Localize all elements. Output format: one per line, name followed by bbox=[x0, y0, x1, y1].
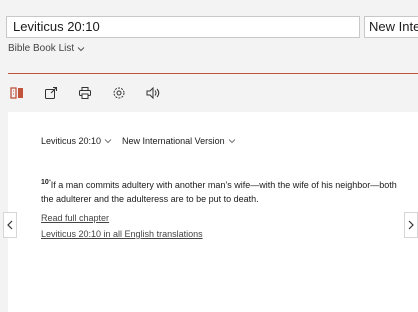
verse-body: If a man commits adultery with another m… bbox=[41, 180, 397, 204]
all-translations-link[interactable]: Leviticus 20:10 in all English translati… bbox=[41, 229, 203, 239]
next-verse-button[interactable] bbox=[404, 212, 418, 238]
version-select[interactable]: New International Version bbox=[364, 16, 418, 38]
settings-icon[interactable] bbox=[110, 84, 128, 102]
header-divider bbox=[8, 73, 418, 74]
verse-text: 10“If a man commits adultery with anothe… bbox=[41, 176, 401, 206]
search-input[interactable]: Leviticus 20:10 bbox=[6, 16, 360, 38]
chevron-right-icon bbox=[408, 220, 414, 230]
book-list-label: Bible Book List bbox=[8, 43, 75, 54]
passage-toolbar bbox=[8, 84, 162, 102]
passage-reference-bar: Leviticus 20:10 New International Versio… bbox=[41, 136, 236, 146]
passage-panel: Leviticus 20:10 New International Versio… bbox=[8, 112, 418, 312]
version-label: New International Version bbox=[122, 136, 225, 146]
chevron-down-icon bbox=[77, 46, 85, 51]
share-icon[interactable] bbox=[42, 84, 60, 102]
verse-number: 10 bbox=[41, 179, 49, 186]
bible-book-list-dropdown[interactable]: Bible Book List bbox=[8, 43, 85, 54]
read-full-chapter-link[interactable]: Read full chapter bbox=[41, 213, 109, 223]
parallel-view-icon[interactable] bbox=[8, 84, 26, 102]
reference-picker[interactable]: Leviticus 20:10 bbox=[41, 136, 112, 146]
chevron-left-icon bbox=[7, 220, 13, 230]
audio-icon[interactable] bbox=[144, 84, 162, 102]
chevron-down-icon bbox=[104, 139, 112, 144]
chevron-down-icon bbox=[228, 139, 235, 144]
previous-verse-button[interactable] bbox=[3, 212, 17, 238]
reference-label: Leviticus 20:10 bbox=[41, 136, 102, 146]
version-picker[interactable]: New International Version bbox=[122, 136, 236, 146]
print-icon[interactable] bbox=[76, 84, 94, 102]
